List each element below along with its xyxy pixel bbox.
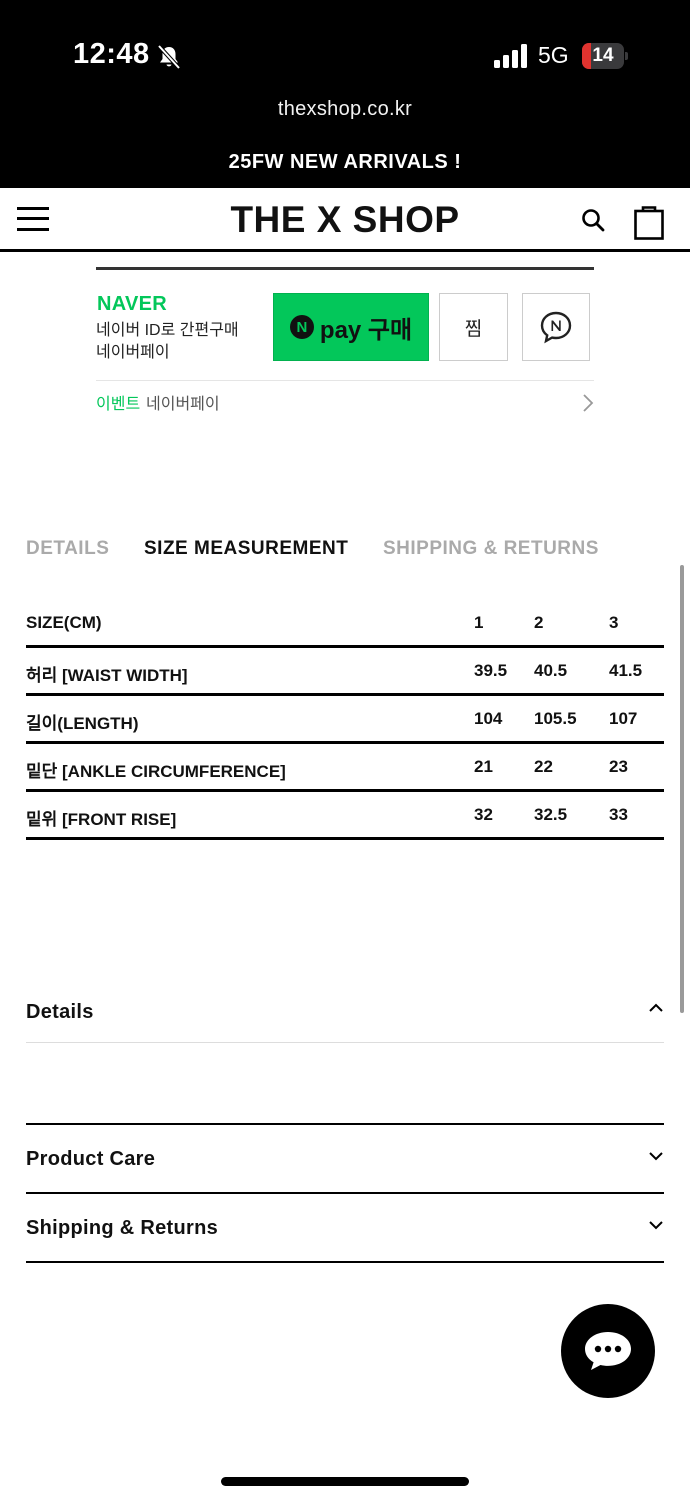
battery-icon: 14	[582, 43, 628, 69]
naver-pay-buy-label: pay 구매	[319, 316, 413, 344]
table-row: 길이(LENGTH) 104 105.5 107	[26, 696, 664, 744]
naver-talktalk-button[interactable]	[522, 293, 590, 361]
chat-bubble-icon	[585, 1332, 631, 1370]
divider	[26, 1042, 664, 1043]
table-header-cell: SIZE(CM)	[26, 613, 102, 632]
accordion-product-care[interactable]: Product Care	[26, 1123, 664, 1195]
chevron-down-icon	[649, 1221, 663, 1230]
tab-size-measurement[interactable]: SIZE MEASUREMENT	[144, 538, 348, 560]
chevron-right-icon	[583, 394, 594, 412]
table-cell: 밑위 [FRONT RISE]	[26, 810, 177, 829]
search-icon[interactable]	[581, 208, 605, 232]
divider	[26, 1123, 664, 1125]
cellular-signal-icon	[494, 44, 527, 68]
top-bar: 12:48 5G 14 thexshop.co.kr 25FW NEW ARRI…	[0, 0, 690, 188]
table-cell: 33	[609, 805, 628, 824]
accordion-title: Shipping & Returns	[26, 1217, 219, 1239]
battery-level: 14	[592, 45, 614, 66]
battery-body: 14	[582, 43, 624, 69]
table-row: 밑단 [ANKLE CIRCUMFERENCE] 21 22 23	[26, 744, 664, 792]
table-header-cell: 2	[534, 613, 544, 632]
table-row: 허리 [WAIST WIDTH] 39.5 40.5 41.5	[26, 648, 664, 696]
table-cell: 허리 [WAIST WIDTH]	[26, 666, 188, 685]
event-tag: 이벤트	[96, 396, 141, 413]
accordion-details[interactable]: Details	[26, 995, 664, 1045]
table-cell: 107	[609, 709, 638, 728]
table-cell: 32.5	[534, 805, 568, 824]
tab-shipping-returns[interactable]: SHIPPING & RETURNS	[383, 538, 599, 560]
accordion-shipping-returns[interactable]: Shipping & Returns	[26, 1192, 664, 1264]
naver-desc-line: 네이버 ID로 간편구매	[96, 322, 239, 339]
battery-tip	[625, 52, 628, 60]
table-cell: 밑단 [ANKLE CIRCUMFERENCE]	[26, 762, 286, 781]
table-cell: 32	[474, 805, 493, 824]
table-row: 밑위 [FRONT RISE] 32 32.5 33	[26, 792, 664, 840]
site-header: THE X SHOP	[0, 188, 690, 252]
table-cell: 41.5	[609, 661, 643, 680]
table-header-cell: 1	[474, 613, 484, 632]
naver-desc-line: 네이버페이	[96, 344, 170, 361]
shopping-bag-icon[interactable]	[634, 204, 664, 240]
naver-talktalk-icon	[540, 311, 572, 344]
bell-off-icon	[157, 44, 181, 70]
accordion-title: Details	[26, 1001, 94, 1023]
naver-logo: NAVER	[97, 293, 168, 315]
accordion-title: Product Care	[26, 1148, 156, 1170]
naver-pay-box: NAVER 네이버 ID로 간편구매 네이버페이 N pay 구매 찜 이벤트 …	[96, 267, 594, 417]
scrollbar-thumb[interactable]	[680, 565, 684, 1013]
chevron-down-icon	[649, 1152, 663, 1161]
event-text: 네이버페이	[146, 396, 220, 413]
address-bar-url[interactable]: thexshop.co.kr	[0, 98, 690, 121]
status-time: 12:48	[73, 38, 150, 70]
table-cell: 105.5	[534, 709, 577, 728]
chevron-up-icon	[649, 1003, 663, 1012]
naver-event-link[interactable]: 이벤트 네이버페이	[96, 380, 594, 420]
naver-pay-buy-button[interactable]: N pay 구매	[273, 293, 429, 361]
table-cell: 길이(LENGTH)	[26, 714, 139, 733]
table-cell: 22	[534, 757, 553, 776]
tab-details[interactable]: DETAILS	[26, 538, 109, 560]
table-header-row: SIZE(CM) 1 2 3	[26, 600, 664, 648]
divider	[26, 1261, 664, 1263]
size-table: SIZE(CM) 1 2 3 허리 [WAIST WIDTH] 39.5 40.…	[26, 600, 664, 840]
table-cell: 40.5	[534, 661, 568, 680]
table-cell: 104	[474, 709, 503, 728]
table-cell: 39.5	[474, 661, 508, 680]
table-cell: 21	[474, 757, 493, 776]
table-cell: 23	[609, 757, 628, 776]
naver-n-icon: N	[289, 315, 314, 339]
naver-pay-description: 네이버 ID로 간편구매 네이버페이	[96, 320, 239, 364]
table-header-cell: 3	[609, 613, 619, 632]
wishlist-button[interactable]: 찜	[439, 293, 508, 361]
home-indicator	[221, 1477, 469, 1486]
network-type: 5G	[538, 42, 569, 68]
announcement-banner[interactable]: 25FW NEW ARRIVALS !	[0, 151, 690, 174]
chat-button[interactable]	[561, 1304, 655, 1398]
